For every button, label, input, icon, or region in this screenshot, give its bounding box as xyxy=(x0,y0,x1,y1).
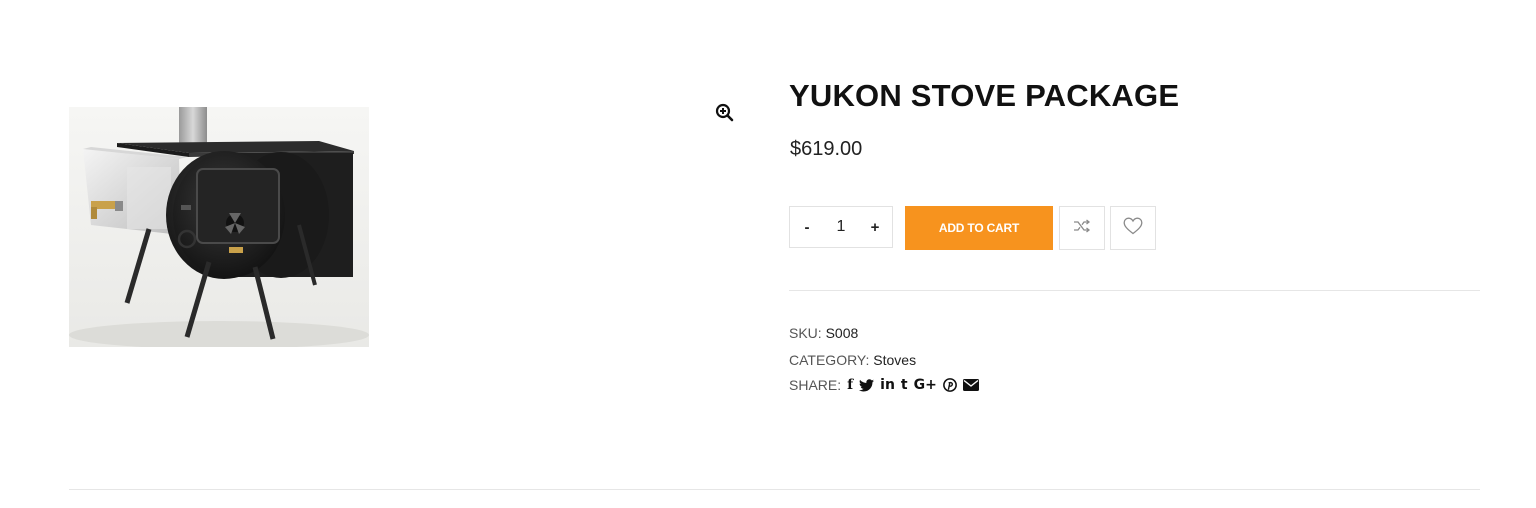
category-link[interactable]: Stoves xyxy=(873,352,916,368)
tumblr-icon[interactable]: t xyxy=(901,377,908,393)
product-price: $619.00 xyxy=(790,138,863,160)
google-plus-icon[interactable]: G+ xyxy=(914,377,937,393)
divider xyxy=(789,290,1480,291)
sku-line: SKU: S008 xyxy=(789,325,858,341)
compare-button[interactable] xyxy=(1059,206,1105,250)
facebook-icon[interactable]: f xyxy=(847,377,853,393)
wishlist-button[interactable] xyxy=(1110,206,1156,250)
heart-icon xyxy=(1123,217,1143,240)
share-line: SHARE: f in t G+ xyxy=(789,377,979,393)
share-label: SHARE: xyxy=(789,377,842,393)
add-to-cart-button[interactable]: ADD TO CART xyxy=(905,206,1053,250)
category-label: CATEGORY: xyxy=(789,352,870,368)
magnifier-plus-icon[interactable] xyxy=(713,101,737,125)
stove-illustration xyxy=(69,107,369,349)
divider xyxy=(69,489,1480,490)
quantity-decrease-button[interactable]: - xyxy=(790,207,824,247)
product-title: YUKON STOVE PACKAGE xyxy=(789,78,1180,113)
linkedin-icon[interactable]: in xyxy=(880,377,895,393)
product-image[interactable] xyxy=(69,107,369,349)
shuffle-icon xyxy=(1073,218,1091,238)
quantity-increase-button[interactable]: + xyxy=(858,207,892,247)
sku-label: SKU: xyxy=(789,325,822,341)
email-icon[interactable] xyxy=(962,377,979,393)
sku-value: S008 xyxy=(825,325,859,341)
quantity-input[interactable] xyxy=(824,207,858,247)
quantity-stepper: - + xyxy=(789,206,893,248)
pinterest-icon[interactable] xyxy=(942,377,957,393)
twitter-icon[interactable] xyxy=(859,377,875,393)
category-line: CATEGORY: Stoves xyxy=(789,352,916,368)
